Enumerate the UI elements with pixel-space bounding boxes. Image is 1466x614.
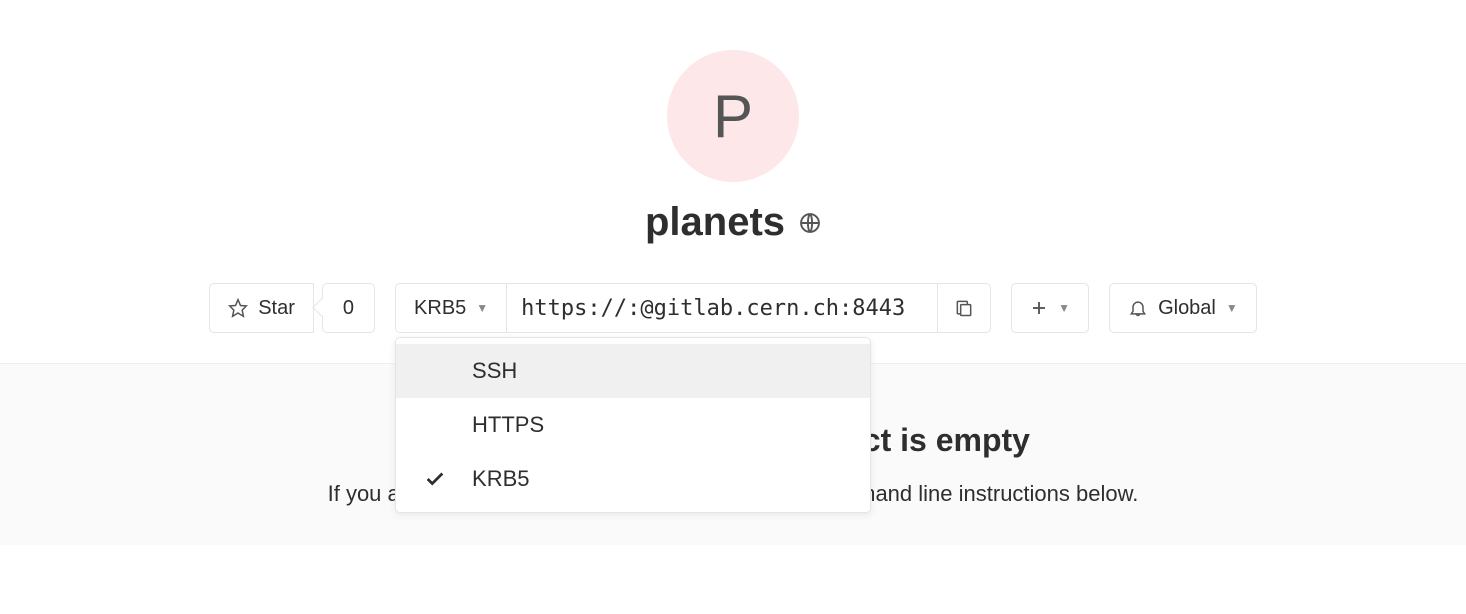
protocol-option-label: KRB5: [472, 466, 529, 491]
protocol-option-krb5[interactable]: KRB5: [396, 452, 870, 506]
star-count: 0: [322, 283, 375, 333]
star-label: Star: [258, 297, 295, 320]
star-count-value: 0: [343, 297, 354, 320]
protocol-option-label: HTTPS: [472, 412, 544, 437]
chevron-down-icon: ▼: [476, 301, 488, 315]
chevron-down-icon: ▼: [1058, 301, 1070, 315]
bell-icon: [1128, 298, 1148, 318]
protocol-selected-label: KRB5: [414, 297, 466, 320]
protocol-option-ssh[interactable]: SSH: [396, 344, 870, 398]
plus-icon: [1030, 299, 1048, 317]
globe-icon: [799, 212, 821, 234]
copy-icon: [954, 298, 974, 318]
clone-url-input[interactable]: [507, 283, 937, 333]
protocol-dropdown-menu: SSH HTTPS KRB5: [395, 337, 871, 513]
notification-dropdown-button[interactable]: Global ▼: [1109, 283, 1257, 333]
chevron-down-icon: ▼: [1226, 301, 1238, 315]
avatar-letter: P: [713, 82, 753, 151]
notification-label: Global: [1158, 297, 1216, 320]
check-icon: [424, 468, 446, 490]
add-dropdown-button[interactable]: ▼: [1011, 283, 1089, 333]
project-avatar: P: [667, 50, 799, 182]
star-icon: [228, 298, 248, 318]
copy-url-button[interactable]: [937, 283, 991, 333]
star-button[interactable]: Star: [209, 283, 314, 333]
protocol-option-https[interactable]: HTTPS: [396, 398, 870, 452]
protocol-dropdown-button[interactable]: KRB5 ▼: [395, 283, 507, 333]
protocol-option-label: SSH: [472, 358, 517, 383]
project-name: planets: [645, 200, 785, 245]
project-title: planets: [645, 200, 821, 245]
